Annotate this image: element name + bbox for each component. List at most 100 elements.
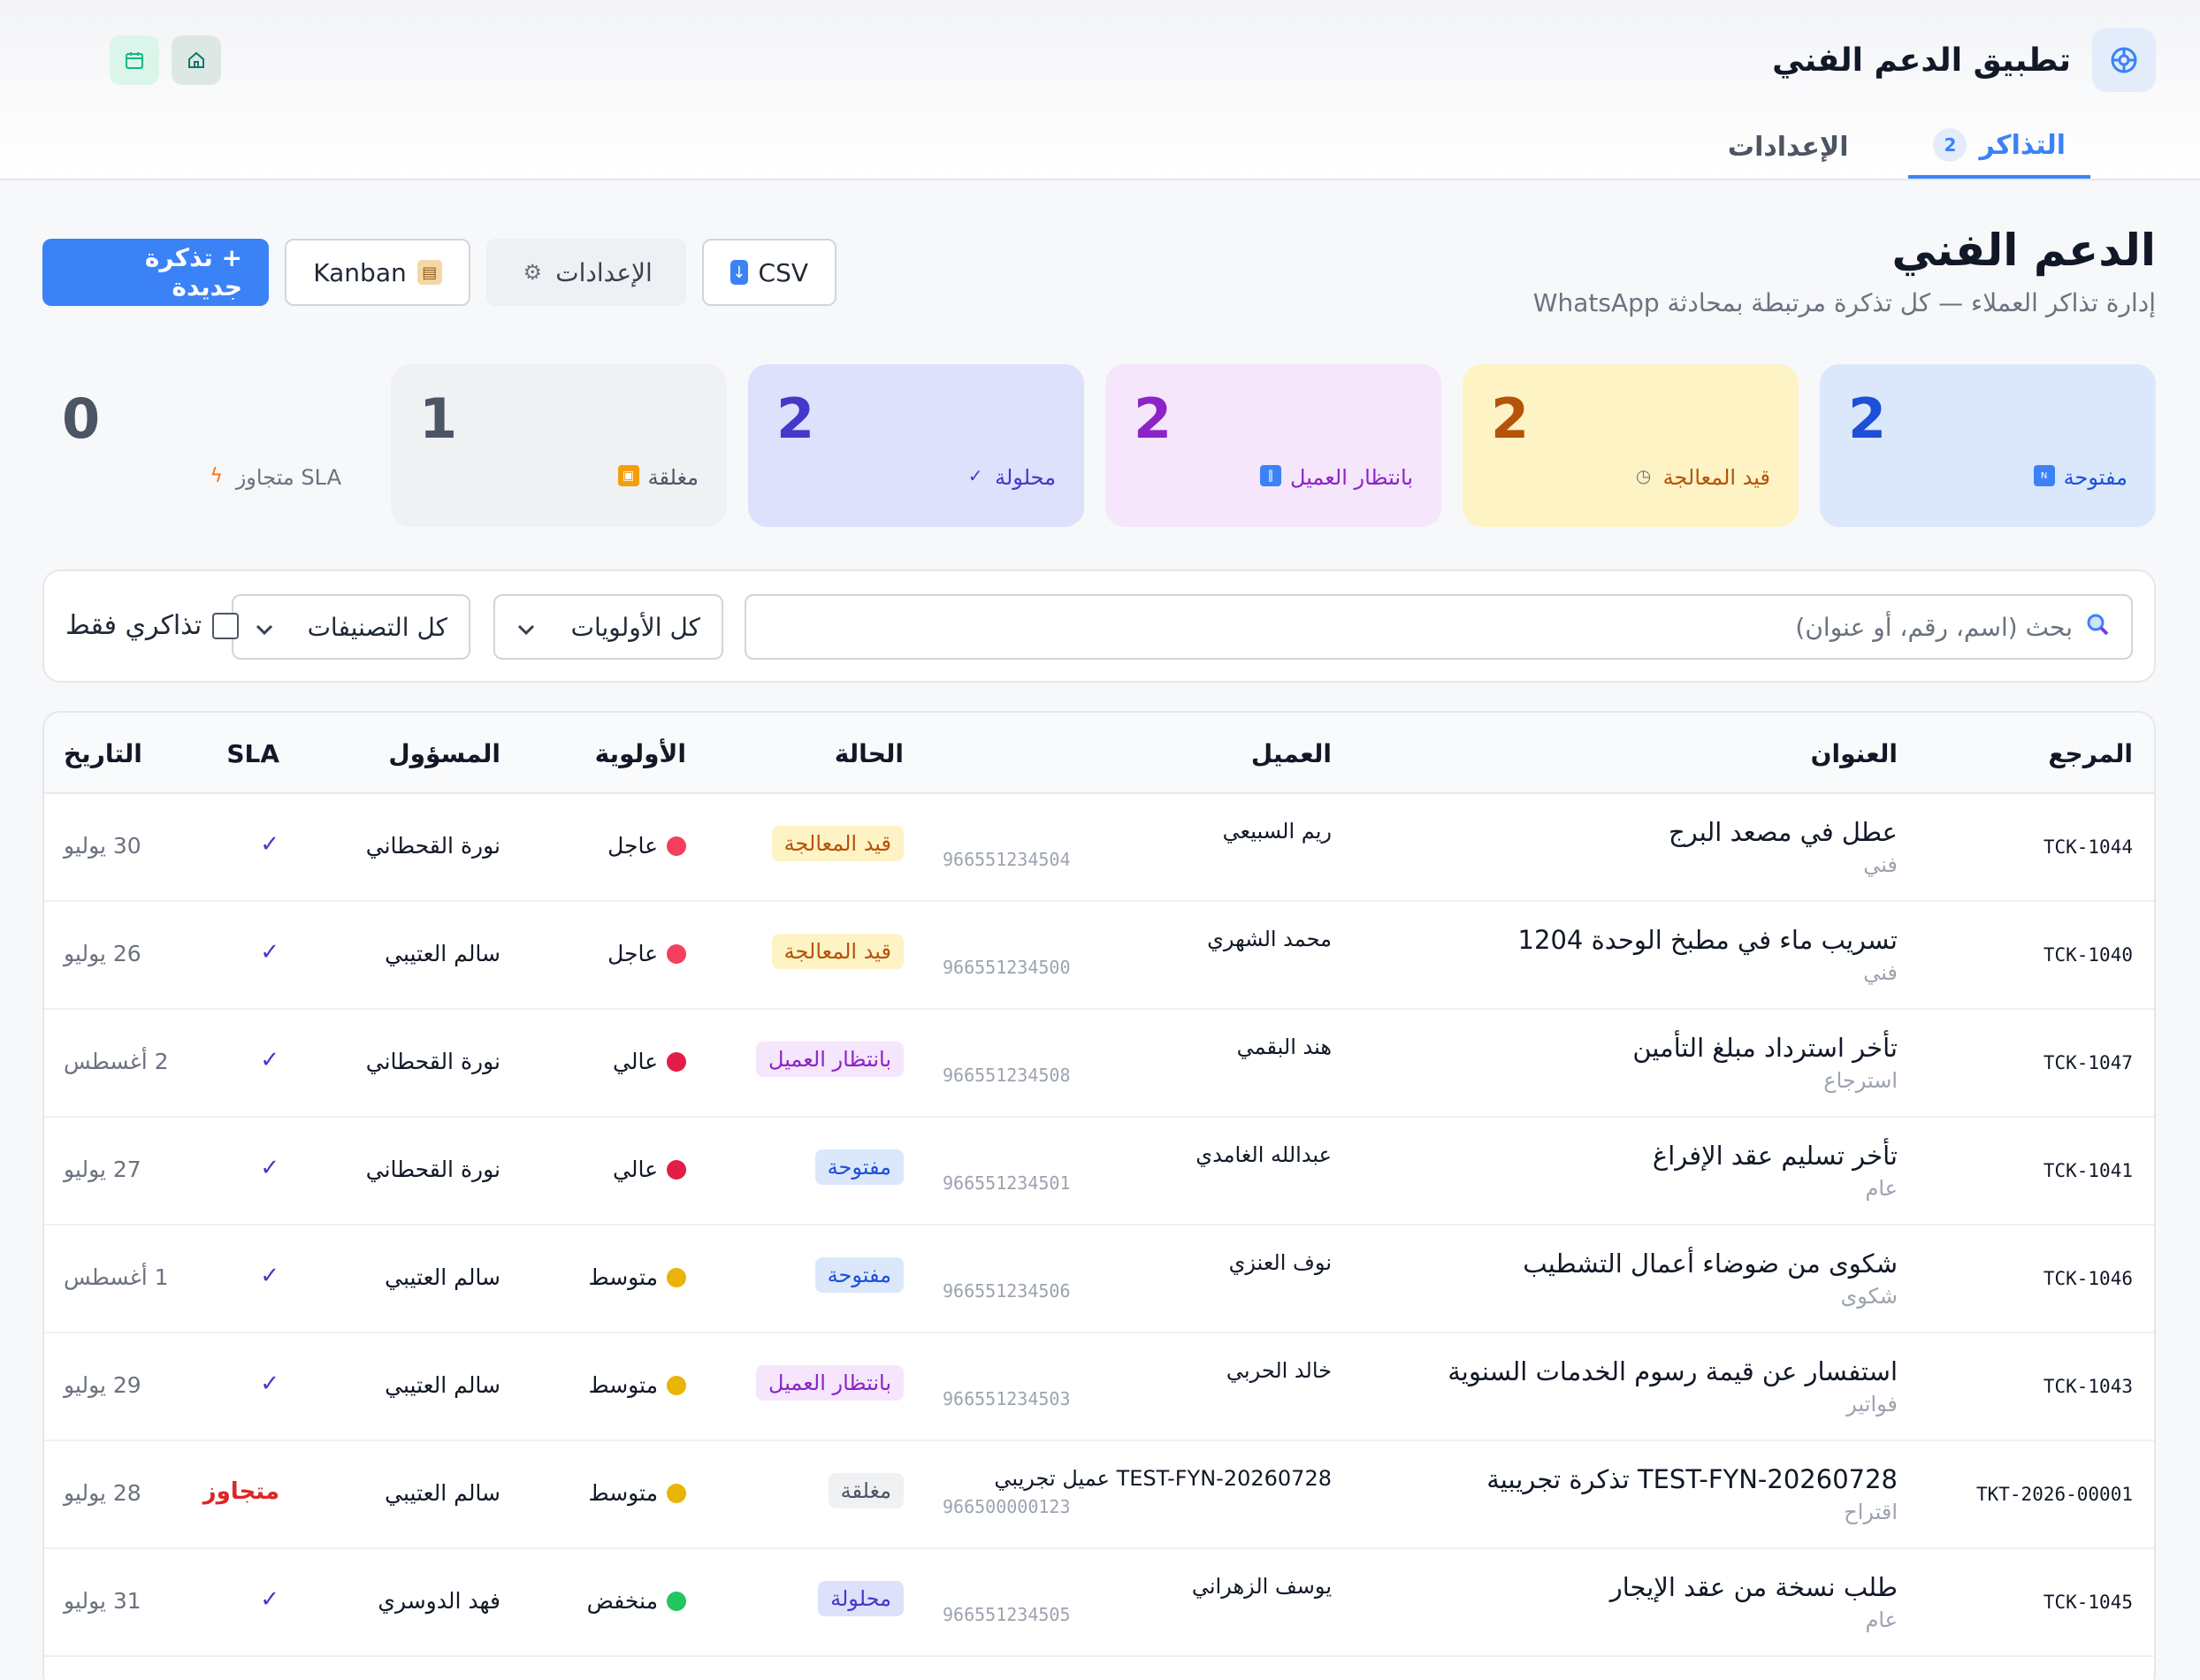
- search-input[interactable]: بحث (اسم، رقم، أو عنوان): [745, 594, 2133, 660]
- pause-icon: ∥: [1260, 465, 1282, 487]
- tab-tickets[interactable]: التذاكر 2: [1908, 115, 2090, 179]
- priority-select-value: كل الأولويات: [570, 612, 700, 642]
- stat-in-progress-value: 2: [1491, 386, 1530, 451]
- table-row[interactable]: TCK-1045 طلب نسخة من عقد الإيجار عام يوسف ا…: [44, 1549, 2154, 1657]
- ticket-date: 31 يوليو: [64, 1588, 141, 1614]
- ticket-ref: TCK-1047: [2043, 1052, 2133, 1073]
- ticket-title[interactable]: تأخر تسليم عقد الإفراغ: [1653, 1141, 1898, 1171]
- priority-label: متوسط: [588, 1372, 658, 1398]
- ticket-date: 28 يوليو: [64, 1480, 141, 1506]
- priority-select[interactable]: كل الأولويات: [493, 594, 723, 660]
- ticket-title[interactable]: شكوى من ضوضاء أعمال التشطيب: [1523, 1249, 1898, 1279]
- ticket-ref: TCK-1040: [2043, 944, 2133, 966]
- owner-name: سالم العتيبي: [385, 941, 500, 966]
- gear-icon: ⚙: [523, 260, 542, 285]
- stat-open-label: مفتوحة: [2063, 465, 2127, 491]
- customer-name: خالد الحربي: [1226, 1358, 1332, 1383]
- header-priority[interactable]: الأولوية: [595, 739, 686, 768]
- table-row[interactable]: TCK-1041 تأخر تسليم عقد الإفراغ عام عبدالله…: [44, 1118, 2154, 1226]
- stat-sla-value: 0: [62, 386, 101, 451]
- ticket-category: اقتراح: [1844, 1500, 1898, 1524]
- status-cell: محلولة: [818, 1581, 904, 1616]
- settings-button[interactable]: الإعدادات ⚙: [486, 239, 686, 306]
- ticket-date: 30 يوليو: [64, 833, 141, 859]
- customer-phone: 966551234508: [943, 1065, 1071, 1086]
- kanban-button[interactable]: ▤ Kanban: [285, 239, 470, 306]
- header-date[interactable]: التاريخ: [64, 739, 142, 768]
- status-badge: بانتظار العميل: [756, 1365, 904, 1401]
- header-status[interactable]: الحالة: [835, 739, 904, 768]
- header-title[interactable]: العنوان: [1811, 739, 1898, 768]
- priority-label: منخفض: [586, 1588, 658, 1614]
- table-row[interactable]: TCK-1047 تأخر استرداد مبلغ التأمين استرجاع…: [44, 1010, 2154, 1118]
- ticket-title[interactable]: طلب نسخة من عقد الإيجار: [1610, 1572, 1898, 1602]
- kanban-label: Kanban: [313, 257, 407, 287]
- customer-cell: ريم السبيعي 966551234504: [943, 819, 1332, 870]
- table-row[interactable]: TKT-2026-00001 TEST-FYN-20260728 تذكرة تج…: [44, 1441, 2154, 1549]
- table-row[interactable]: TCK-1043 استفسار عن قيمة رسوم الخدمات الس…: [44, 1333, 2154, 1441]
- stat-in-progress[interactable]: 2 ◷ قيد المعالجة: [1463, 364, 1799, 527]
- csv-label: CSV: [758, 257, 808, 287]
- header-owner[interactable]: المسؤول: [388, 739, 500, 768]
- customer-cell: عبدالله الغامدي 966551234501: [943, 1142, 1332, 1194]
- header-ref[interactable]: المرجع: [2048, 739, 2133, 768]
- priority-dot-icon: [667, 1483, 686, 1503]
- ticket-date: 1 أغسطس: [64, 1264, 169, 1290]
- priority-cell: منخفض: [587, 1588, 686, 1614]
- sla-status: ✓: [260, 831, 279, 858]
- chevron-down-icon: [516, 613, 536, 642]
- home-icon[interactable]: [172, 35, 221, 85]
- ticket-title[interactable]: تسريب ماء في مطبخ الوحدة 1204: [1518, 925, 1898, 955]
- stat-resolved[interactable]: 2 ✓ محلولة: [748, 364, 1084, 527]
- ticket-category: عام: [1865, 1176, 1898, 1201]
- ticket-category: فني: [1863, 960, 1898, 985]
- tab-settings[interactable]: الإعدادات: [1703, 115, 1874, 179]
- ticket-title-cell: استفسار عن قيمة رسوم الخدمات السنوية فوات…: [1448, 1356, 1898, 1417]
- customer-cell: TEST-FYN-20260728 عميل تجريبي 96650000012…: [943, 1466, 1332, 1517]
- calendar-icon[interactable]: [110, 35, 159, 85]
- owner-name: نورة القحطاني: [365, 1157, 500, 1182]
- ticket-date: 29 يوليو: [64, 1372, 141, 1398]
- stat-sla-breached[interactable]: 0 ϟ SLA متجاوز: [34, 364, 370, 527]
- table-row[interactable]: TCK-1044 عطل في مصعد البرج فني ريم السبيعي 9…: [44, 794, 2154, 902]
- status-cell: قيد المعالجة: [771, 826, 904, 861]
- ticket-title[interactable]: استفسار عن قيمة رسوم الخدمات السنوية: [1448, 1356, 1898, 1386]
- stat-waiting[interactable]: 2 ∥ بانتظار العميل: [1105, 364, 1441, 527]
- ticket-title[interactable]: عطل في مصعد البرج: [1669, 817, 1898, 847]
- stat-open[interactable]: 2 N مفتوحة: [1820, 364, 2156, 527]
- table-row[interactable]: TCK-1040 تسريب ماء في مطبخ الوحدة 1204 فني…: [44, 902, 2154, 1010]
- table-body: TCK-1044 عطل في مصعد البرج فني ريم السبيعي 9…: [44, 794, 2154, 1657]
- my-tickets-toggle[interactable]: تذاكري فقط: [65, 610, 240, 641]
- table-row[interactable]: TCK-1046 شكوى من ضوضاء أعمال التشطيب شكوى ن…: [44, 1226, 2154, 1333]
- stat-closed[interactable]: 1 ▣ مغلقة: [391, 364, 727, 527]
- new-ticket-button[interactable]: + تذكرة جديدة: [42, 239, 269, 306]
- ticket-title-cell: تسريب ماء في مطبخ الوحدة 1204 فني: [1518, 925, 1898, 985]
- search-placeholder: بحث (اسم، رقم، أو عنوان): [1795, 612, 2073, 642]
- owner-name: سالم العتيبي: [385, 1264, 500, 1290]
- stat-in-progress-label: قيد المعالجة: [1662, 465, 1770, 491]
- sla-status: ✓: [260, 1155, 279, 1181]
- ticket-title-cell: تأخر تسليم عقد الإفراغ عام: [1653, 1141, 1898, 1201]
- my-tickets-checkbox[interactable]: [212, 612, 240, 639]
- page-heading: الدعم الفني إدارة تذاكر العملاء — كل تذك…: [1533, 225, 2156, 317]
- category-select[interactable]: كل التصنيفات: [232, 594, 470, 660]
- status-badge: مغلقة: [828, 1473, 904, 1508]
- customer-name: عبدالله الغامدي: [1195, 1142, 1332, 1167]
- status-cell: مفتوحة: [814, 1149, 904, 1185]
- table-header: المرجع العنوان العميل الحالة الأولوية ال…: [44, 713, 2154, 794]
- header-sla[interactable]: SLA: [226, 739, 279, 768]
- ticket-title[interactable]: TEST-FYN-20260728 تذكرة تجريبية: [1486, 1464, 1898, 1494]
- main-tabs: التذاكر 2 الإعدادات: [1703, 115, 2090, 179]
- priority-dot-icon: [667, 1375, 686, 1395]
- header-customer[interactable]: العميل: [1251, 739, 1332, 768]
- status-badge: بانتظار العميل: [756, 1042, 904, 1077]
- ticket-date: 27 يوليو: [64, 1157, 141, 1182]
- priority-label: متوسط: [588, 1480, 658, 1506]
- ticket-category: شكوى: [1840, 1284, 1898, 1309]
- page-actions: + تذكرة جديدة ▤ Kanban الإعدادات ⚙ CSV ↓: [42, 239, 836, 306]
- csv-export-button[interactable]: CSV ↓: [702, 239, 836, 306]
- customer-name: TEST-FYN-20260728 عميل تجريبي: [994, 1466, 1332, 1491]
- ticket-ref: TCK-1043: [2043, 1376, 2133, 1397]
- ticket-title[interactable]: تأخر استرداد مبلغ التأمين: [1632, 1033, 1898, 1063]
- tab-settings-label: الإعدادات: [1727, 131, 1849, 163]
